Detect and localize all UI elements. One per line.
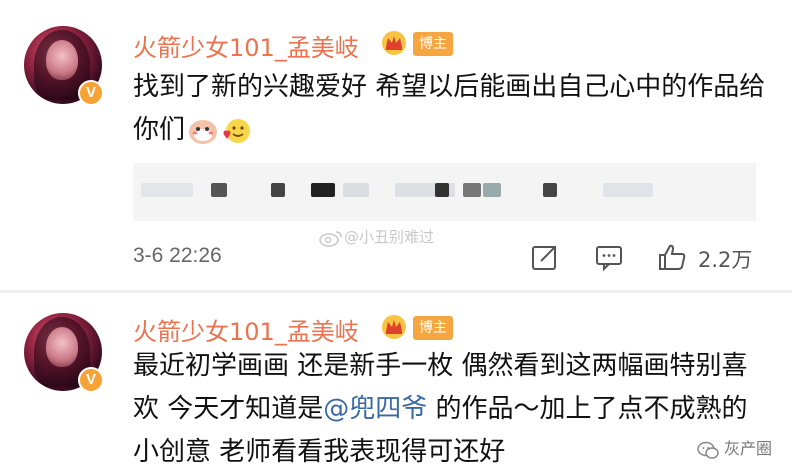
blurred-text (311, 183, 335, 197)
like-icon[interactable] (657, 242, 687, 272)
post-content: 最近初学画画 还是新手一枚 偶然看到这两幅画特别喜欢 今天才知道是@兜四爷 的作… (133, 345, 773, 468)
post-content: 找到了新的兴趣爱好 希望以后能画出自己心中的作品给你们 (133, 66, 773, 152)
blurred-text (483, 183, 501, 197)
verified-badge: V (78, 80, 104, 106)
avatar-face (46, 40, 78, 80)
heart-face-emoji-icon (223, 118, 251, 143)
watermark-text: @小丑别难过 (344, 228, 435, 246)
repost-card-blurred[interactable] (133, 163, 756, 221)
crown-icon (382, 315, 406, 339)
mention-link[interactable]: @兜四爷 (323, 394, 427, 424)
blurred-text (463, 183, 481, 197)
share-icon[interactable] (530, 242, 560, 272)
crown-icon (382, 31, 406, 55)
blurred-text (271, 183, 285, 197)
weibo-watermark: @小丑别难过 (318, 226, 434, 247)
weibo-logo-icon (319, 230, 342, 247)
username[interactable]: 火箭少女101_孟美岐 (133, 28, 359, 63)
blurred-text (343, 183, 369, 197)
post-timestamp: 3-6 22:26 (133, 244, 222, 267)
blurred-text (211, 183, 227, 197)
blurred-text (543, 183, 557, 197)
wechat-logo-icon (697, 441, 719, 459)
username[interactable]: 火箭少女101_孟美岐 (133, 312, 359, 347)
like-count: 2.2万 (698, 248, 753, 272)
corner-watermark: 灰产圈 (690, 433, 778, 463)
cute-face-emoji-icon (189, 119, 218, 144)
blurred-text (603, 183, 653, 197)
blogger-tag: 博主 (413, 316, 453, 340)
verified-badge: V (78, 367, 104, 393)
weibo-post-1: V 火箭少女101_孟美岐 博主 找到了新的兴趣爱好 希望以后能画出自己心中的作… (0, 0, 792, 292)
blurred-text (141, 183, 193, 197)
blogger-tag: 博主 (413, 32, 453, 56)
blurred-text (435, 183, 449, 197)
avatar-face (46, 327, 78, 367)
comment-icon[interactable] (594, 242, 624, 272)
corner-watermark-text: 灰产圈 (723, 439, 772, 458)
